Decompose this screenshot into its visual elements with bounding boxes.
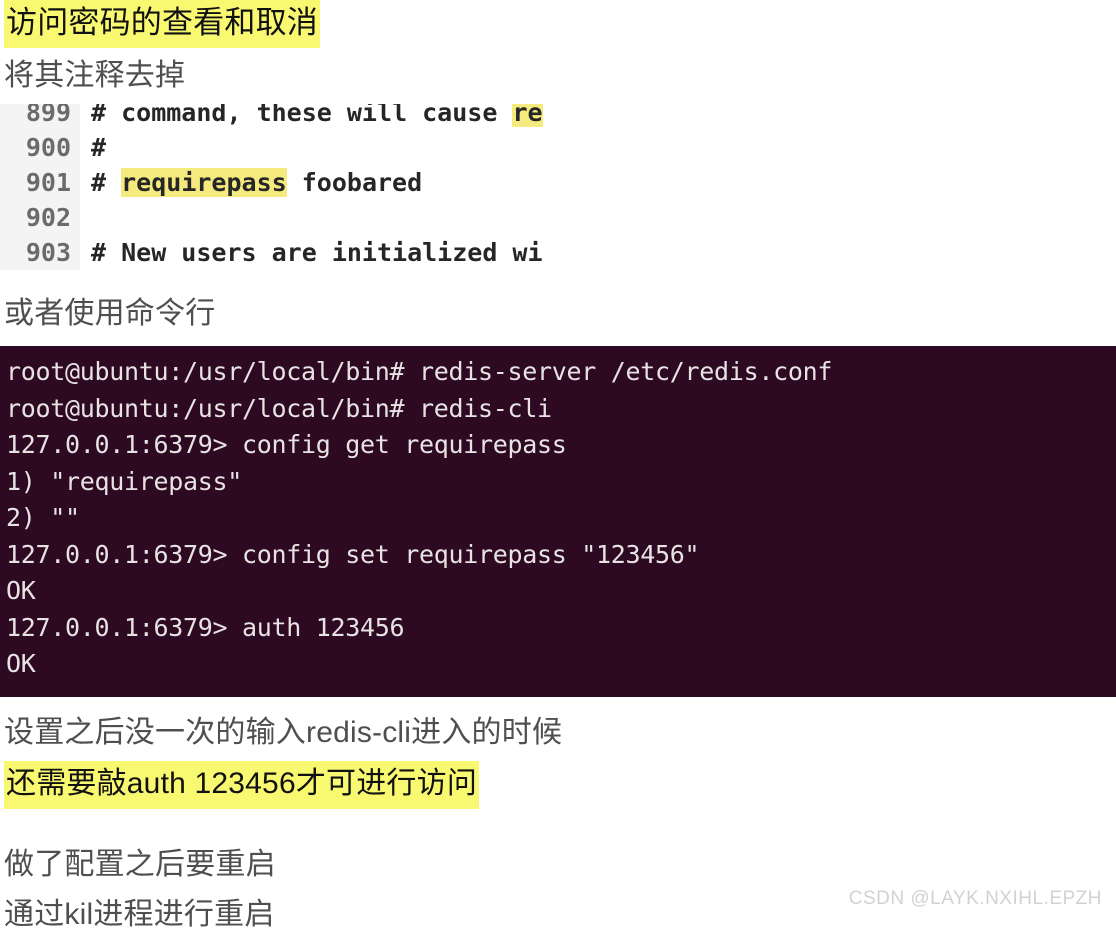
csdn-watermark: CSDN @LAYK.NXIHL.EPZH xyxy=(848,888,1102,909)
page-title-text: 访问密码的查看和取消 xyxy=(4,0,320,48)
terminal-line: 127.0.0.1:6379> config set requirepass "… xyxy=(6,539,700,569)
code-segment: # xyxy=(91,133,107,162)
terminal-line: OK xyxy=(6,576,36,605)
terminal-line: 127.0.0.1:6379> auth 123456 xyxy=(6,612,405,642)
code-segment: # New users are initialized wi xyxy=(91,238,543,267)
code-line-number: 902 xyxy=(25,203,71,232)
code-line-number: 903 xyxy=(25,238,71,267)
terminal-block: root@ubuntu:/usr/local/bin# redis-server… xyxy=(0,346,1116,697)
code-line-text: # New users are initialized wi xyxy=(80,235,543,270)
note-line-1: 设置之后没一次的输入redis-cli进入的时候 xyxy=(4,715,563,749)
config-code-block: 899 # command, these will cause re 900 #901… xyxy=(0,104,672,270)
code-segment: foobared xyxy=(286,168,423,197)
code-line: 902 xyxy=(0,200,672,235)
code-line-text: # command, these will cause re xyxy=(80,104,543,130)
terminal-line: root@ubuntu:/usr/local/bin# redis-server… xyxy=(6,357,833,386)
note-line-2-text: 还需要敲auth 123456才可进行访问 xyxy=(4,760,480,809)
code-line-number: 900 xyxy=(25,133,71,162)
code-highlight: re xyxy=(512,104,543,127)
terminal-line: 127.0.0.1:6379> config get requirepass xyxy=(6,430,567,459)
code-rows: 899 # command, these will cause re 900 #901… xyxy=(0,104,672,270)
code-segment: # xyxy=(91,168,122,197)
page-title: 访问密码的查看和取消 xyxy=(0,0,1116,48)
code-line: 900 # xyxy=(0,130,672,165)
terminal-line: 2) "" xyxy=(6,503,80,532)
code-line: 903 # New users are initialized wi xyxy=(0,235,672,270)
code-highlight: requirepass xyxy=(121,168,287,197)
code-line-number: 901 xyxy=(25,168,71,197)
code-line-text: # requirepass foobared xyxy=(80,165,422,200)
code-line: 899 # command, these will cause re xyxy=(0,104,672,130)
terminal-line: OK xyxy=(6,649,36,678)
closing-line-1: 做了配置之后要重启 xyxy=(4,847,276,881)
code-line-number: 899 xyxy=(25,104,71,127)
code-line: 901 # requirepass foobared xyxy=(0,165,672,200)
terminal-line: root@ubuntu:/usr/local/bin# redis-cli xyxy=(6,393,552,423)
note-page: 访问密码的查看和取消 将其注释去掉 899 # command, these wi… xyxy=(0,0,1116,931)
terminal-line: 1) "requirepass" xyxy=(6,466,243,496)
note-line-2: 还需要敲auth 123456才可进行访问 xyxy=(0,760,1116,809)
code-caption: 或者使用命令行 xyxy=(4,297,216,330)
subheading: 将其注释去掉 xyxy=(4,59,186,92)
code-line-text: # xyxy=(80,130,106,165)
code-segment: # command, these will cause xyxy=(91,104,513,127)
